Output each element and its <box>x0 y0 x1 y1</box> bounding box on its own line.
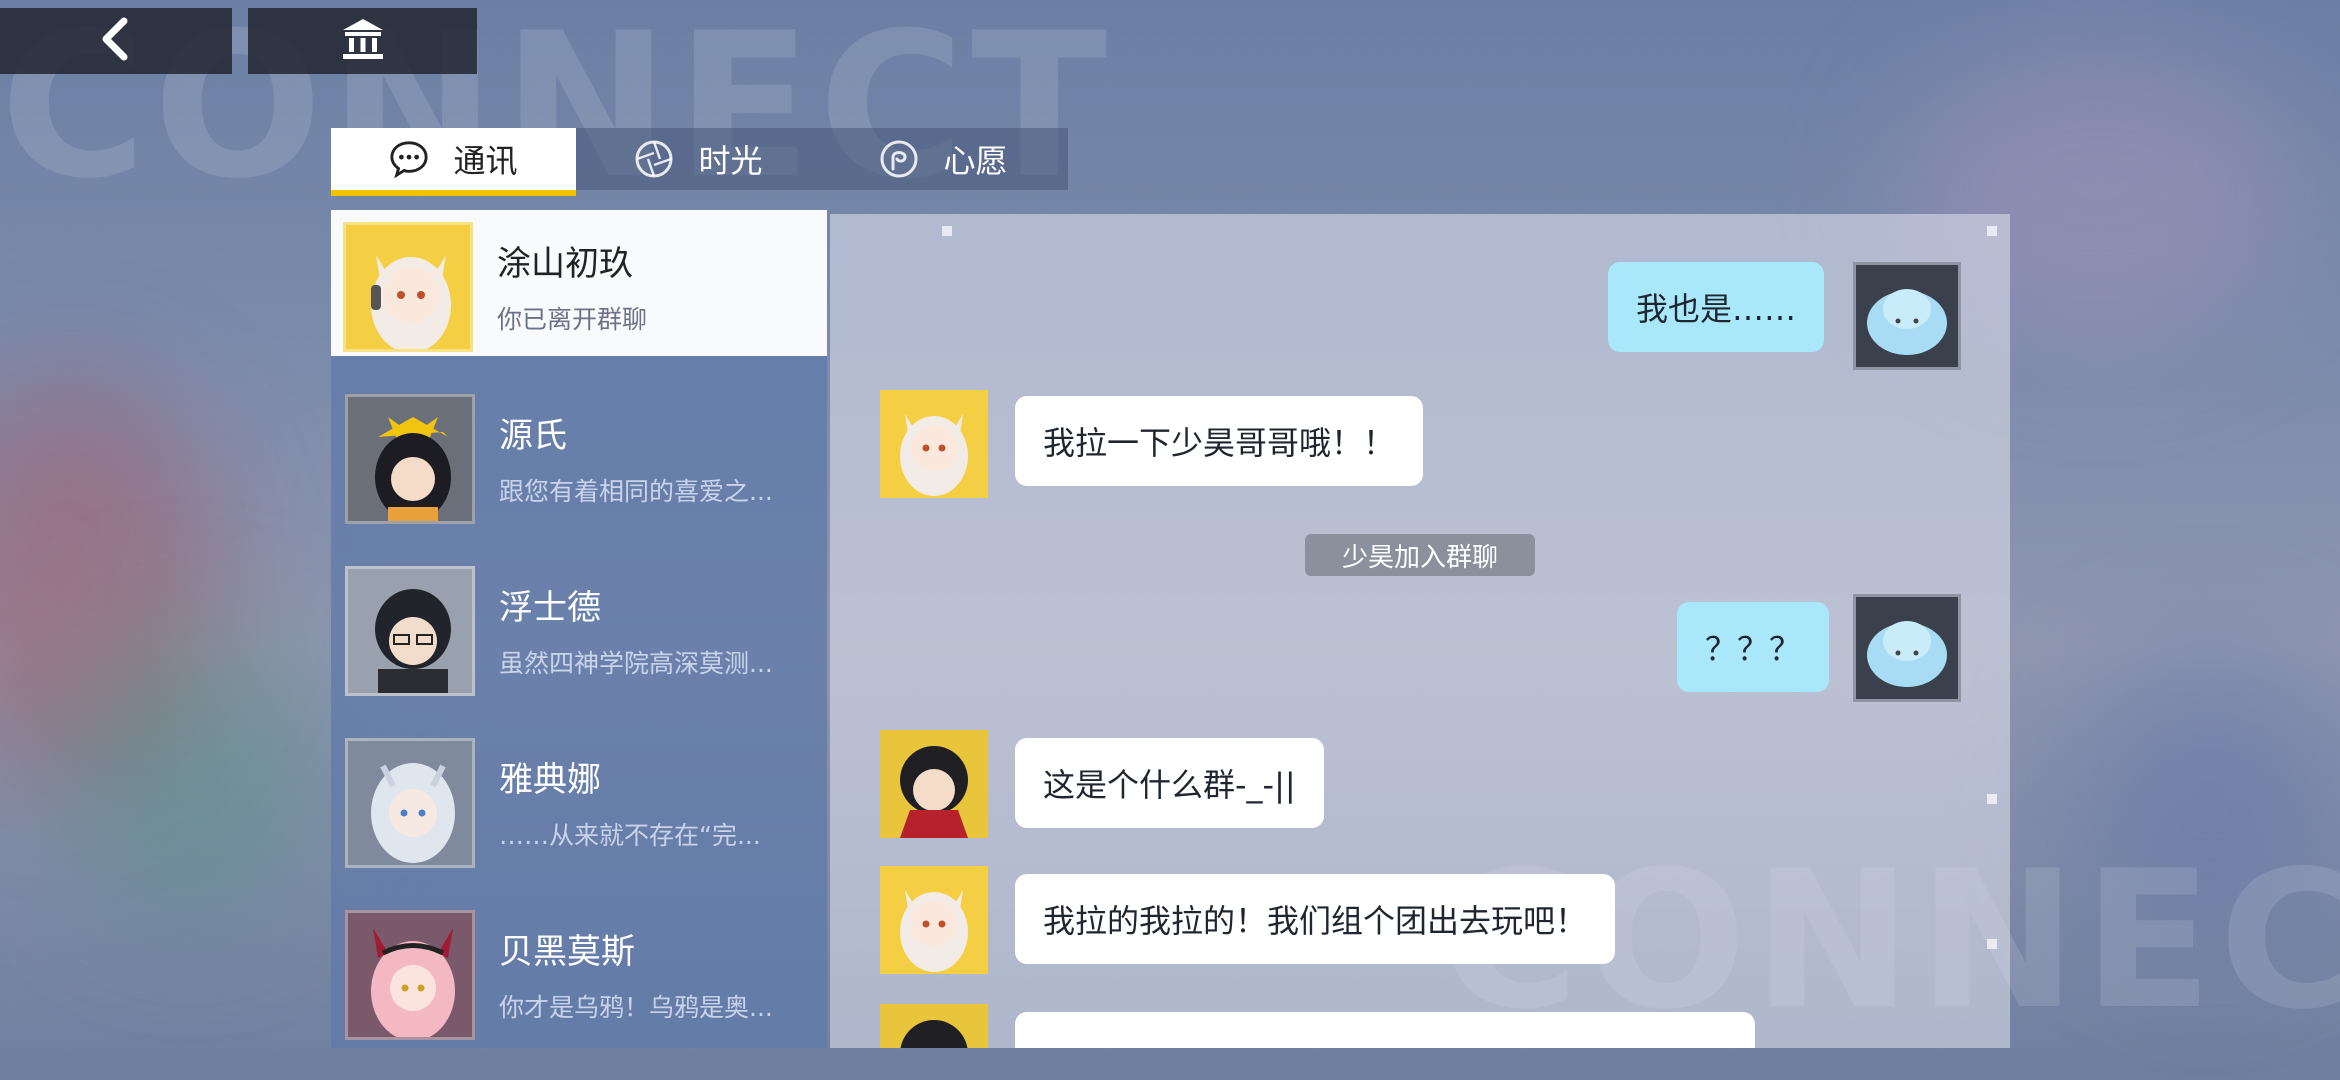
contact-item[interactable]: 雅典娜 ……从来就不存在“完... <box>331 726 827 872</box>
fox-girl-avatar <box>880 390 988 498</box>
contact-name: 贝黑莫斯 <box>499 932 635 972</box>
chat-bubble-icon <box>389 139 429 179</box>
message-bubble-theirs[interactable]: 我拉的我拉的！我们组个团出去玩吧！ <box>1015 874 1616 964</box>
tab-bar: 通讯 时光 心愿 <box>331 128 1068 196</box>
tab-label: 时光 <box>698 142 763 180</box>
fox-girl-avatar <box>880 866 988 974</box>
frame-corner <box>942 226 952 236</box>
contact-name: 涂山初玖 <box>497 244 633 284</box>
contact-item[interactable]: 涂山初玖 你已离开群聊 <box>331 210 827 356</box>
contact-name: 浮士德 <box>499 588 601 628</box>
museum-button[interactable] <box>248 8 477 74</box>
contact-preview: 你才是乌鸦！乌鸦是奥... <box>499 993 773 1022</box>
fox-girl-avatar <box>343 222 473 352</box>
contact-preview: 跟您有着相同的喜爱之... <box>499 477 773 506</box>
slime-avatar <box>1853 594 1961 702</box>
message-bubble-mine[interactable]: ？？？ <box>1677 602 1830 692</box>
wish-swirl-icon <box>879 139 919 179</box>
message-bubble-theirs[interactable] <box>1015 1012 1755 1048</box>
contact-item[interactable]: 贝黑莫斯 你才是乌鸦！乌鸦是奥... <box>331 898 827 1044</box>
back-button[interactable] <box>0 8 232 74</box>
contact-name: 源氏 <box>499 416 567 456</box>
tab-moments[interactable]: 时光 <box>576 128 821 190</box>
tab-label: 通讯 <box>453 142 518 180</box>
aperture-icon <box>634 139 674 179</box>
frame-corner <box>1987 226 1997 236</box>
museum-icon <box>340 16 386 66</box>
red-boy-avatar <box>880 730 988 838</box>
pink-hair-avatar <box>345 910 475 1040</box>
message-bubble-theirs[interactable]: 我拉一下少昊哥哥哦！！ <box>1015 396 1424 486</box>
chat-panel[interactable]: 我也是…… 我拉一下少昊哥哥哦！！ 少昊加入群聊 ？？？ 这是个什么群-_-||… <box>830 214 2010 1048</box>
contact-list[interactable]: 涂山初玖 你已离开群聊 源氏 跟您有着相同的喜爱之... 浮士德 虽然四神学院高… <box>331 210 827 1048</box>
back-chevron-icon <box>96 17 136 65</box>
silver-hair-avatar <box>345 738 475 868</box>
black-hair-ribbon-avatar <box>345 394 475 524</box>
contact-name: 雅典娜 <box>499 760 601 800</box>
message-bubble-mine[interactable]: 我也是…… <box>1608 262 1825 352</box>
contact-item[interactable]: 浮士德 虽然四神学院高深莫测... <box>331 554 827 700</box>
tab-messages[interactable]: 通讯 <box>331 128 576 196</box>
frame-corner <box>1987 939 1997 949</box>
frame-corner <box>1987 794 1997 804</box>
contact-item[interactable]: 源氏 跟您有着相同的喜爱之... <box>331 382 827 528</box>
tab-label: 心愿 <box>943 142 1008 180</box>
contact-preview: 你已离开群聊 <box>497 305 648 334</box>
slime-avatar <box>1853 262 1961 370</box>
tab-wishes[interactable]: 心愿 <box>821 128 1066 190</box>
red-boy-avatar <box>880 1004 988 1048</box>
contact-preview: ……从来就不存在“完... <box>499 821 761 850</box>
message-bubble-theirs[interactable]: 这是个什么群-_-|| <box>1015 738 1324 828</box>
system-notice: 少昊加入群聊 <box>1305 534 1535 576</box>
glasses-boy-avatar <box>345 566 475 696</box>
contact-preview: 虽然四神学院高深莫测... <box>499 649 773 678</box>
